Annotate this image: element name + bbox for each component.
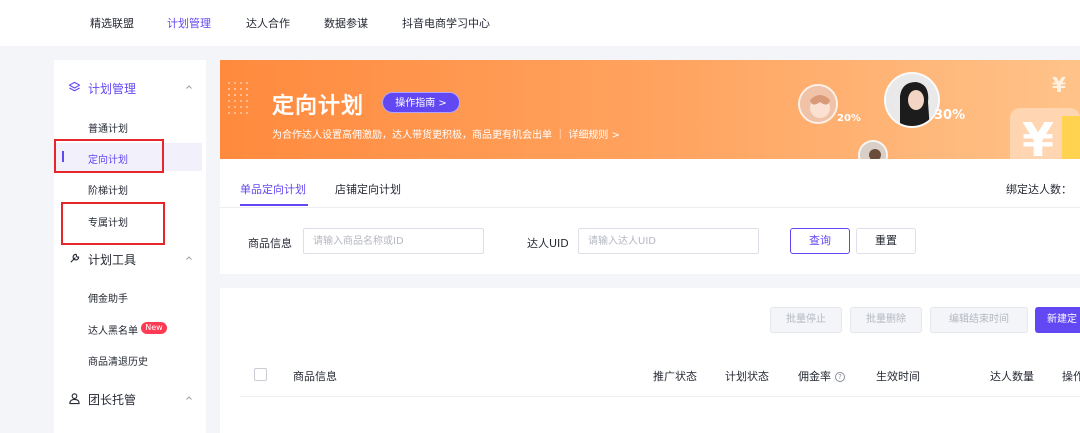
column-header-promotion-status: 推广状态 [653,370,697,383]
new-targeted-plan-button[interactable]: 新建定 [1035,307,1080,333]
active-tab-underline [240,204,308,206]
help-icon[interactable]: ? [835,372,845,382]
promo-banner: 定向计划 操作指南 > 为合作达人设置高佣激励，达人带货更积极，商品更有机会出单… [220,60,1080,159]
tab-divider [220,207,1080,208]
sidebar-item-normal-plan[interactable]: 普通计划 [54,112,202,140]
edit-end-time-button[interactable]: 编辑结束时间 [930,307,1028,333]
batch-stop-button[interactable]: 批量停止 [770,307,842,333]
nav-item-data-advisor[interactable]: 数据参谋 [324,15,368,31]
filter-card: 单品定向计划 店铺定向计划 绑定达人数： 商品信息 达人UID 查询 重置 [220,159,1080,274]
highlight-box-targeted-plan [54,139,164,173]
top-nav: 精选联盟 计划管理 达人合作 数据参谋 抖音电商学习中心 [0,0,1080,46]
operation-guide-button[interactable]: 操作指南 > [382,92,460,113]
column-header-commission-rate: 佣金率? [798,368,845,384]
column-header-label: 佣金率 [798,370,831,383]
banner-title: 定向计划 [272,94,365,119]
new-badge: New [141,322,167,334]
sidebar-item-commission-assistant[interactable]: 佣金助手 [54,282,202,310]
tab-single-product-targeted-plan[interactable]: 单品定向计划 [240,181,306,197]
plan-table-card: 批量停止 批量删除 编辑结束时间 新建定 商品信息 推广状态 计划状态 佣金率?… [220,288,1080,433]
product-search-input[interactable] [303,228,484,254]
sidebar-item-label: 商品清退历史 [88,357,148,368]
sidebar-item-label: 普通计划 [88,124,128,135]
select-all-checkbox[interactable] [254,368,267,381]
chevron-up-icon[interactable] [184,253,194,263]
nav-item-alliance[interactable]: 精选联盟 [90,15,134,31]
creator-uid-input[interactable] [578,228,759,254]
sidebar-item-label: 佣金助手 [88,294,128,305]
commission-percent-20: 20% [837,113,861,124]
sidebar-item-label: 达人黑名单 [88,326,138,337]
column-header-plan-status: 计划状态 [725,370,769,383]
banner-description[interactable]: 为合作达人设置高佣激励，达人带货更积极，商品更有机会出单 ｜ 详细规则 > [272,126,620,141]
table-header-divider [240,396,1080,397]
column-header-actions: 操作 [1062,370,1080,383]
avatar-illustration-icon [860,142,886,159]
creator-avatar [798,84,838,124]
column-header-creator-count: 达人数量 [990,370,1034,383]
leader-icon [69,393,80,405]
nav-item-plan-management[interactable]: 计划管理 [167,15,211,31]
reset-button[interactable]: 重置 [856,228,916,254]
creator-uid-label: 达人UID [527,237,569,250]
chevron-up-icon[interactable] [184,82,194,92]
batch-delete-button[interactable]: 批量删除 [850,307,922,333]
banner-dot-pattern [226,80,250,116]
sidebar-item-creator-blacklist[interactable]: 达人黑名单 New [54,314,202,342]
tab-store-targeted-plan[interactable]: 店铺定向计划 [335,181,401,197]
bound-creator-count-label: 绑定达人数： [1006,183,1072,196]
query-button[interactable]: 查询 [790,228,850,254]
sidebar-group-label: 计划管理 [88,82,137,96]
sidebar-group-plan-tools[interactable]: 计划工具 [54,249,206,269]
avatar-illustration-icon [886,74,938,126]
column-header-effective-time: 生效时间 [876,370,920,383]
creator-avatar [858,140,888,159]
chevron-up-icon[interactable] [184,393,194,403]
commission-percent-30: 30% [934,108,966,123]
layers-icon [68,81,81,92]
nav-item-learning-center[interactable]: 抖音电商学习中心 [402,15,490,31]
sidebar-item-tiered-plan[interactable]: 阶梯计划 [54,174,202,202]
svg-text:¥: ¥ [1052,73,1066,97]
coin-yuan-icon: ¥ ¥ [1010,73,1080,159]
sidebar-group-label: 团长托管 [88,393,137,407]
column-header-product-info: 商品信息 [293,370,337,383]
sidebar-group-label: 计划工具 [88,253,137,267]
avatar-illustration-icon [800,86,836,122]
sidebar-group-leader-hosting[interactable]: 团长托管 [54,389,206,409]
nav-item-creator-cooperation[interactable]: 达人合作 [246,15,290,31]
tool-icon [70,253,80,263]
sidebar: 计划管理 普通计划 定向计划 阶梯计划 专属计划 计划工具 佣金助手 达人黑名单… [54,60,206,433]
product-info-label: 商品信息 [248,237,292,250]
highlight-box-exclusive-plan [61,202,165,245]
creator-avatar [884,72,940,128]
sidebar-group-plan-management[interactable]: 计划管理 [54,78,206,98]
svg-text:¥: ¥ [1022,113,1054,159]
sidebar-item-product-removal-history[interactable]: 商品清退历史 [54,345,202,373]
sidebar-item-label: 阶梯计划 [88,186,128,197]
